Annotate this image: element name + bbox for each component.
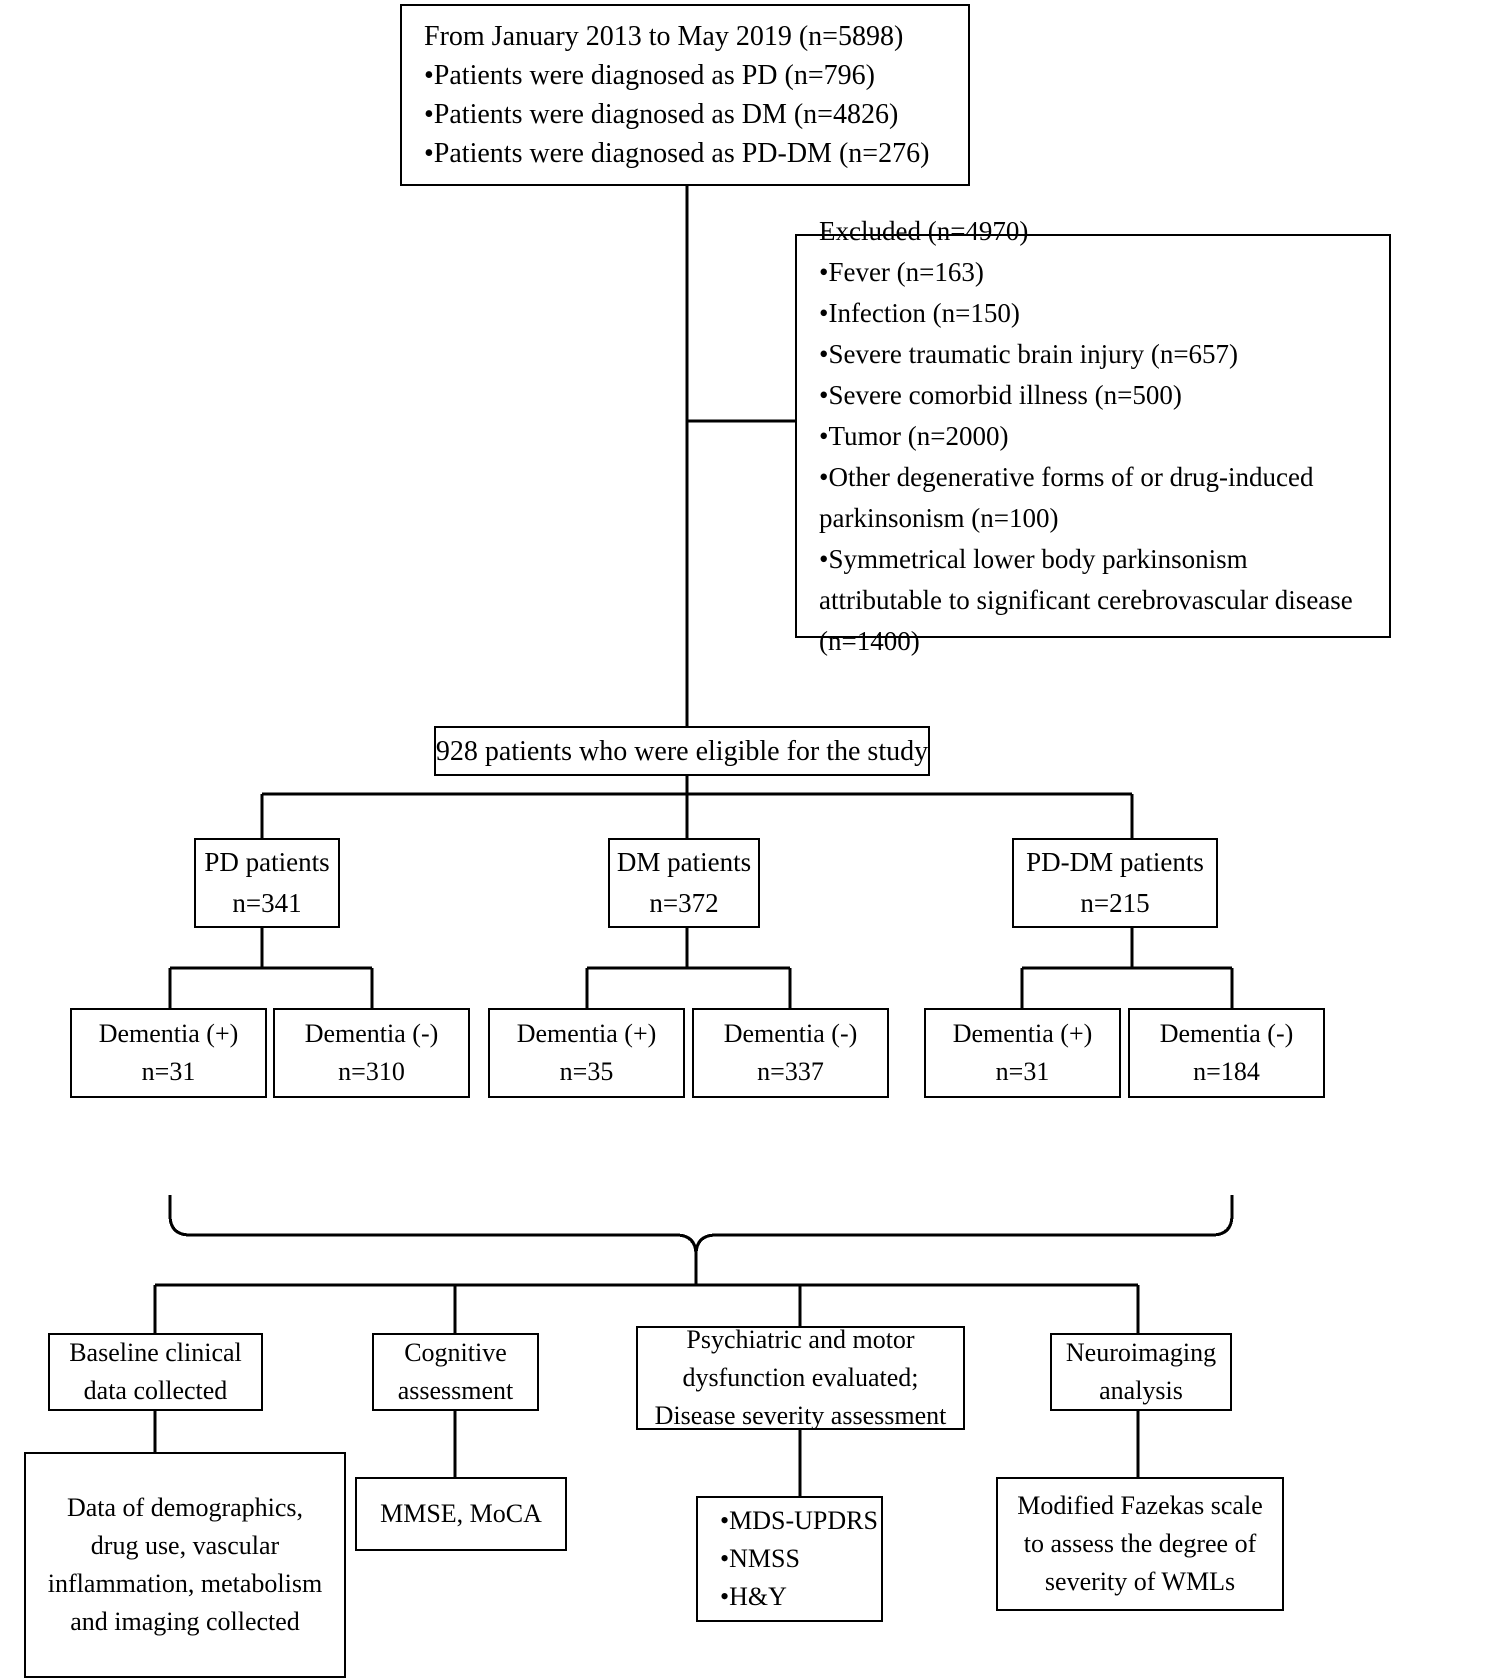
outcome-motor-scale-mds-updrs: •MDS-UPDRS [720,1506,878,1535]
outcome-demographics-line-4: and imaging collected [70,1607,300,1636]
dementia-pddm-negative-count: n=184 [1193,1057,1260,1086]
excluded-item-infection: •Infection (n=150) [819,297,1020,328]
source-item-pddm: •Patients were diagnosed as PD-DM (n=276… [424,138,930,169]
outcome-fazekas-line-1: Modified Fazekas scale [1017,1491,1263,1520]
group-pd-label: PD patients [204,847,330,877]
group-dm-label: DM patients [616,847,752,877]
dementia-dm-positive-count: n=35 [559,1057,614,1086]
excluded-header: Excluded (n=4970) [819,215,1029,246]
group-pddm-count: n=215 [1080,888,1150,918]
assessment-box-baseline-clinical: Baseline clinical data collected [48,1333,263,1411]
source-header: From January 2013 to May 2019 (n=5898) [424,21,904,52]
assessment-box-neuroimaging: Neuroimaging analysis [1050,1333,1232,1411]
assessment-psychiatric-line-3: Disease severity assessment [654,1401,947,1430]
dementia-pd-negative-count: n=310 [338,1057,405,1086]
outcome-box-demographics: Data of demographics, drug use, vascular… [24,1452,346,1678]
group-pd-count: n=341 [232,888,302,918]
dementia-dm-negative-count: n=337 [757,1057,824,1086]
assessment-box-cognitive: Cognitive assessment [372,1333,539,1411]
assessment-neuroimaging-line-1: Neuroimaging [1065,1338,1217,1367]
dementia-box-pd-positive: Dementia (+) n=31 [70,1008,267,1098]
dementia-pddm-negative-label: Dementia (-) [1159,1019,1294,1048]
assessment-psychiatric-line-1: Psychiatric and motor [686,1325,915,1354]
dementia-pd-positive-count: n=31 [141,1057,196,1086]
excluded-item-tumor: •Tumor (n=2000) [819,420,1009,451]
dementia-box-dm-positive: Dementia (+) n=35 [488,1008,685,1098]
dementia-pddm-positive-count: n=31 [995,1057,1050,1086]
excluded-item-fever: •Fever (n=163) [819,256,984,287]
dementia-pddm-positive-label: Dementia (+) [952,1019,1093,1048]
dementia-box-pddm-negative: Dementia (-) n=184 [1128,1008,1325,1098]
eligible-label: 928 patients who were eligible for the s… [435,735,929,767]
source-cohort-box: From January 2013 to May 2019 (n=5898) •… [400,4,970,186]
dementia-box-pddm-positive: Dementia (+) n=31 [924,1008,1121,1098]
eligible-box: 928 patients who were eligible for the s… [434,726,930,776]
group-box-pddm: PD-DM patients n=215 [1012,838,1218,928]
group-pddm-label: PD-DM patients [1026,847,1204,877]
assessment-neuroimaging-line-2: analysis [1099,1376,1183,1405]
outcome-box-motor-scales: •MDS-UPDRS •NMSS •H&Y [696,1496,883,1622]
flowchart-canvas: From January 2013 to May 2019 (n=5898) •… [0,0,1495,1678]
outcome-cognitive-tests-line-1: MMSE, MoCA [380,1499,542,1528]
outcome-box-cognitive-tests: MMSE, MoCA [355,1477,567,1551]
source-item-pd: •Patients were diagnosed as PD (n=796) [424,60,875,91]
outcome-fazekas-line-2: to assess the degree of [1023,1529,1257,1558]
group-dm-count: n=372 [649,888,719,918]
excluded-item-symmetrical-parkinsonism: •Symmetrical lower body parkinsonism att… [819,543,1353,656]
excluded-item-other-parkinsonism: •Other degenerative forms of or drug-ind… [819,461,1314,533]
excluded-item-brain-injury: •Severe traumatic brain injury (n=657) [819,338,1239,369]
dementia-dm-positive-label: Dementia (+) [516,1019,657,1048]
dementia-box-dm-negative: Dementia (-) n=337 [692,1008,889,1098]
group-box-dm: DM patients n=372 [608,838,760,928]
outcome-box-fazekas: Modified Fazekas scale to assess the deg… [996,1477,1284,1611]
outcome-motor-scale-nmss: •NMSS [720,1544,800,1573]
assessment-baseline-line-1: Baseline clinical [69,1338,242,1367]
dementia-pd-positive-label: Dementia (+) [98,1019,239,1048]
dementia-pd-negative-label: Dementia (-) [304,1019,439,1048]
outcome-demographics-line-3: inflammation, metabolism [47,1569,323,1598]
outcome-demographics-line-2: drug use, vascular [90,1531,280,1560]
excluded-box: Excluded (n=4970) •Fever (n=163) •Infect… [795,216,1391,656]
group-box-pd: PD patients n=341 [194,838,340,928]
assessment-box-psychiatric-motor: Psychiatric and motor dysfunction evalua… [636,1325,965,1430]
assessment-cognitive-line-1: Cognitive [404,1338,507,1367]
assessment-psychiatric-line-2: dysfunction evaluated; [682,1363,919,1392]
outcome-motor-scale-hy: •H&Y [720,1582,787,1611]
outcome-fazekas-line-3: severity of WMLs [1044,1567,1236,1596]
source-item-dm: •Patients were diagnosed as DM (n=4826) [424,99,899,130]
dementia-box-pd-negative: Dementia (-) n=310 [273,1008,470,1098]
assessment-cognitive-line-2: assessment [397,1376,514,1405]
excluded-item-comorbid: •Severe comorbid illness (n=500) [819,379,1182,410]
dementia-dm-negative-label: Dementia (-) [723,1019,858,1048]
outcome-demographics-line-1: Data of demographics, [66,1493,304,1522]
assessment-baseline-line-2: data collected [83,1376,228,1405]
